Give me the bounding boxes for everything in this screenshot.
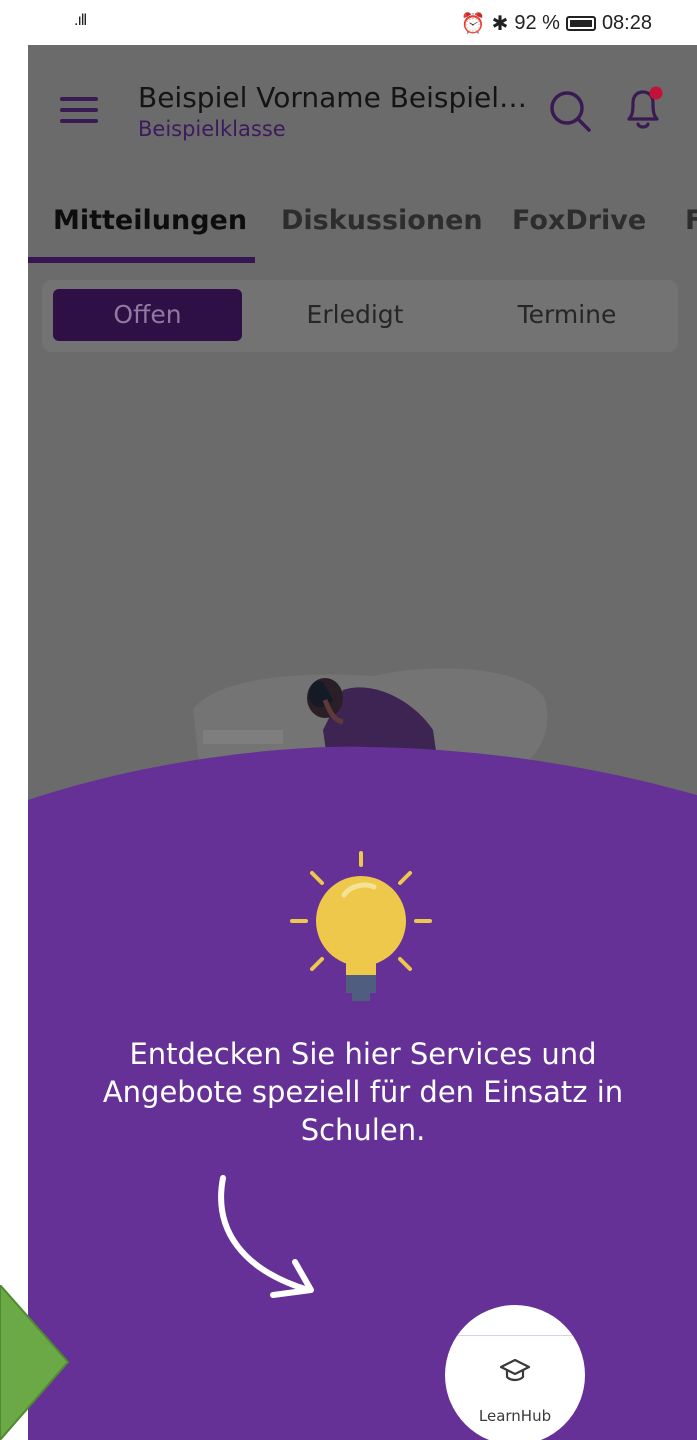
onboarding-overlay bbox=[28, 746, 697, 1440]
learnhub-label: LearnHub bbox=[478, 1407, 552, 1425]
onboarding-hint-text: Entdecken Sie hier Services und Angebote… bbox=[102, 1037, 624, 1147]
status-right: ⏰ ✱ 92 % 08:28 bbox=[461, 11, 652, 36]
graduation-cap-icon bbox=[499, 1358, 531, 1382]
battery-percent: 92 % bbox=[514, 12, 560, 34]
battery-icon bbox=[565, 16, 596, 31]
tour-pointer-icon bbox=[0, 1285, 70, 1440]
learnhub-nav-item[interactable]: LearnHub bbox=[445, 1305, 585, 1440]
clock: 08:28 bbox=[601, 12, 652, 34]
app-screen: Beispiel Vorname Beispiel… Beispielklass… bbox=[28, 45, 697, 1440]
signal-wifi-indicator: .ıll bbox=[74, 12, 87, 29]
curved-arrow-icon bbox=[218, 1175, 314, 1298]
bluetooth-icon: ✱ bbox=[491, 13, 509, 35]
status-bar: .ıll ⏰ ✱ 92 % 08:28 bbox=[0, 0, 697, 45]
nav-divider bbox=[445, 1335, 585, 1336]
lightbulb-icon bbox=[290, 851, 432, 1001]
alarm-icon: ⏰ bbox=[460, 13, 486, 35]
